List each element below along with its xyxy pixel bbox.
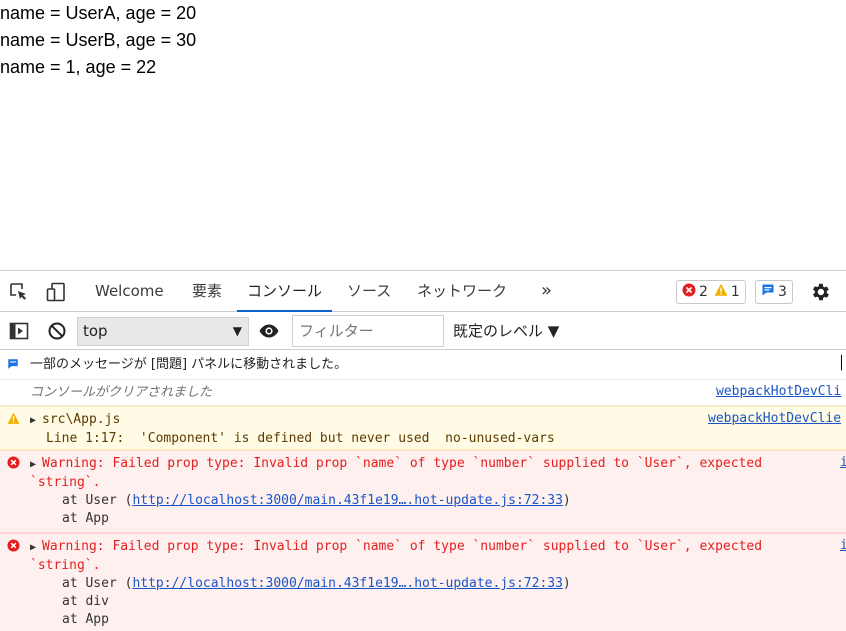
more-tabs-button[interactable]: » [541,271,552,312]
tab-console[interactable]: コンソール [237,271,333,312]
stack-frame: at App [62,511,109,526]
filter-input[interactable] [292,315,444,347]
tab-network[interactable]: ネットワーク [417,271,507,312]
expand-triangle-icon[interactable]: ▶ [30,412,42,430]
warning-icon [7,412,21,426]
console-filterbar: top ▼ 既定のレベル ▼ [0,312,846,350]
tab-elements[interactable]: 要素 [192,271,222,312]
user-line-1: name = UserA, age = 20 [0,3,197,23]
stack-frame: at div [62,594,109,609]
devtools-tabbar: Welcome 要素 コンソール ソース ネットワーク » 2 1 3 [0,271,846,312]
expand-triangle-icon[interactable]: ▶ [30,539,42,557]
error-count-icon [682,283,696,301]
stack-suffix: ) [562,576,571,591]
error-icon [7,456,21,470]
sidebar-toggle-icon[interactable] [8,320,30,342]
error-message-cont: `string`. [30,475,101,490]
console-error-2: ▶ Warning: Failed prop type: Invalid prop… [0,533,846,631]
warning-source-link[interactable]: webpackHotDevClie [708,411,841,426]
device-toolbar-icon[interactable] [45,281,67,303]
error-count: 2 [699,284,708,300]
gear-icon[interactable] [809,281,831,307]
devtools-panel: Welcome 要素 コンソール ソース ネットワーク » 2 1 3 top … [0,270,846,631]
stack-prefix: at User ( [62,576,133,591]
tab-sources[interactable]: ソース [347,271,391,312]
error-message: Warning: Failed prop type: Invalid prop … [42,539,763,554]
error-message: Warning: Failed prop type: Invalid prop … [42,456,763,471]
page-viewport: name = UserA, age = 20 name = UserB, age… [0,0,846,270]
chevron-down-icon: ▼ [232,324,242,338]
console-info-message: 一部のメッセージが [問題] パネルに移動されました。 ▏ [0,350,846,380]
context-select[interactable]: top ▼ [77,317,249,346]
warning-file[interactable]: src\App.js [42,412,120,427]
error-icon [7,539,21,553]
tab-welcome[interactable]: Welcome [95,271,164,312]
stack-frame: at App [62,612,109,627]
error-message-cont: `string`. [30,558,101,573]
cleared-source-link[interactable]: webpackHotDevCli [716,384,841,399]
message-count: 3 [778,284,787,300]
stack-link[interactable]: http://localhost:3000/main.43f1e19….hot-… [132,576,562,591]
error-source-link[interactable]: i [840,455,846,470]
console-messages: 一部のメッセージが [問題] パネルに移動されました。 ▏ コンソールがクリアさ… [0,350,846,631]
user-line-3: name = 1, age = 22 [0,57,157,77]
warning-count: 1 [730,284,740,300]
console-cleared-message: コンソールがクリアされました webpackHotDevCli [0,380,846,406]
console-error-1: ▶ Warning: Failed prop type: Invalid prop… [0,450,846,533]
stack-suffix: ) [562,493,571,508]
inspect-element-icon[interactable] [8,281,30,303]
message-count-icon [761,283,775,301]
expand-triangle-icon[interactable]: ▶ [30,456,42,474]
warning-count-icon [714,283,728,301]
live-expression-eye-icon[interactable] [258,320,280,342]
issues-counter[interactable]: 2 1 [676,280,746,304]
stack-link[interactable]: http://localhost:3000/main.43f1e19….hot-… [132,493,562,508]
context-value: top [83,322,108,340]
error-source-link[interactable]: i [840,538,846,553]
log-levels-dropdown[interactable]: 既定のレベル ▼ [453,312,559,350]
console-warning: ▶ src\App.js Line 1:17: 'Component' is de… [0,406,846,450]
messages-counter[interactable]: 3 [755,280,793,304]
info-text: 一部のメッセージが [問題] パネルに移動されました。 [30,357,348,372]
info-overflow-marker: ▏ [841,356,846,371]
message-icon [7,358,21,372]
user-line-2: name = UserB, age = 30 [0,30,197,50]
warning-detail: Line 1:17: 'Component' is defined but ne… [46,431,555,446]
stack-prefix: at User ( [62,493,133,508]
clear-console-icon[interactable] [46,320,68,342]
